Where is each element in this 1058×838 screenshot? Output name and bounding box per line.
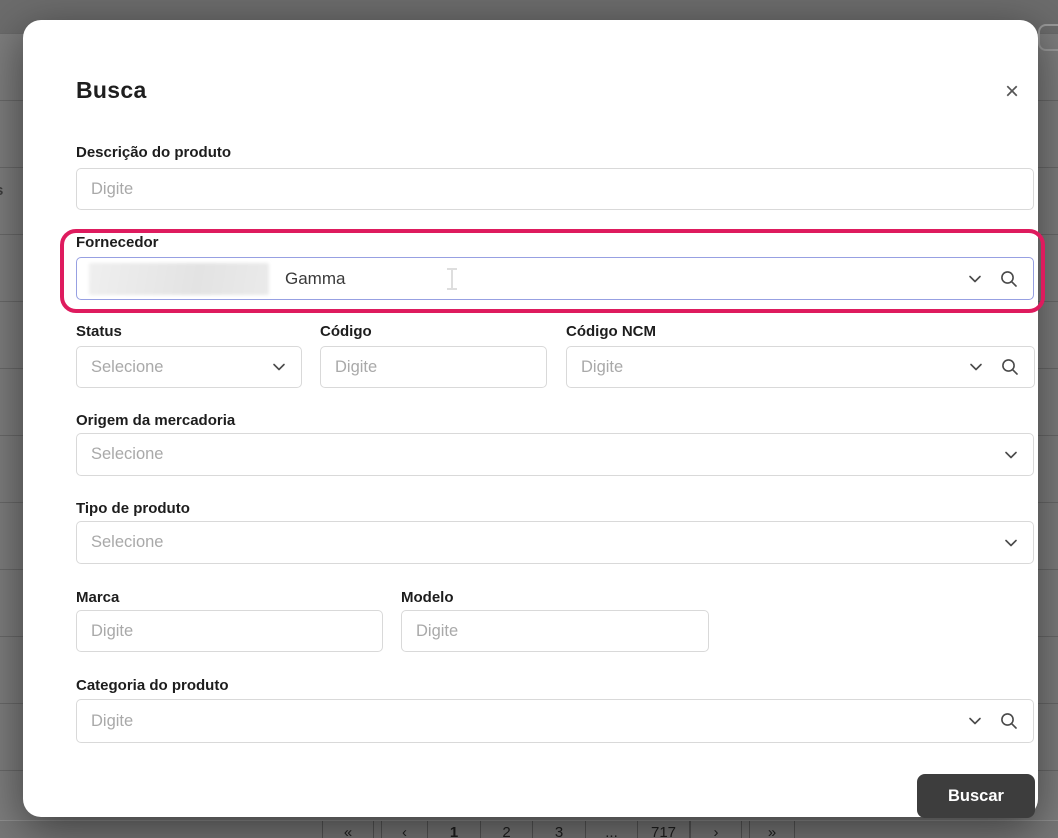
chevron-down-icon: [1003, 535, 1019, 551]
codigo-label: Código: [320, 323, 372, 340]
background-text-fragment: s: [0, 182, 3, 199]
codigo-ncm-label: Código NCM: [566, 323, 656, 340]
chevron-down-icon: [271, 359, 287, 375]
pagination-page-3[interactable]: 3: [532, 821, 585, 838]
tipo-placeholder: Selecione: [91, 533, 163, 552]
tipo-label: Tipo de produto: [76, 500, 190, 517]
chevron-down-icon: [967, 713, 983, 729]
pagination-first-button[interactable]: «: [322, 821, 374, 838]
pagination-next-button[interactable]: ›: [690, 821, 742, 838]
categoria-placeholder: Digite: [91, 712, 133, 731]
fornecedor-input[interactable]: [285, 269, 435, 289]
codigo-ncm-placeholder: Digite: [581, 358, 623, 377]
codigo-input[interactable]: [320, 346, 547, 388]
chevron-down-icon: [1003, 447, 1019, 463]
search-icon[interactable]: [999, 711, 1019, 731]
redacted-supplier-tag: [89, 263, 269, 295]
search-icon[interactable]: [1000, 357, 1020, 377]
pagination-prev-button[interactable]: ‹: [381, 821, 427, 838]
modelo-input[interactable]: [401, 610, 709, 652]
origem-select[interactable]: Selecione: [76, 433, 1034, 476]
status-select[interactable]: Selecione: [76, 346, 302, 388]
pagination-page-717[interactable]: 717: [637, 821, 690, 838]
search-modal: Busca × Descrição do produto Fornecedor …: [23, 20, 1038, 817]
origem-placeholder: Selecione: [91, 445, 163, 464]
search-icon[interactable]: [999, 269, 1019, 289]
modal-title: Busca: [76, 77, 147, 104]
fornecedor-combobox[interactable]: [76, 257, 1034, 300]
codigo-ncm-combobox[interactable]: Digite: [566, 346, 1035, 388]
origem-label: Origem da mercadoria: [76, 412, 235, 429]
pagination-last-button[interactable]: »: [749, 821, 795, 838]
pagination-bar: « ‹ 1 2 3 ... 717 › »: [0, 820, 1058, 838]
marca-label: Marca: [76, 589, 119, 606]
pagination-page-2[interactable]: 2: [480, 821, 532, 838]
status-label: Status: [76, 323, 122, 340]
chevron-down-icon: [967, 271, 983, 287]
modelo-label: Modelo: [401, 589, 454, 606]
descricao-label: Descrição do produto: [76, 144, 231, 161]
background-corner-button: [1038, 24, 1058, 51]
pagination-page-1[interactable]: 1: [427, 821, 480, 838]
status-placeholder: Selecione: [91, 358, 163, 377]
buscar-button[interactable]: Buscar: [917, 774, 1035, 818]
close-icon[interactable]: ×: [998, 78, 1026, 106]
fornecedor-label: Fornecedor: [76, 234, 159, 251]
chevron-down-icon: [968, 359, 984, 375]
categoria-combobox[interactable]: Digite: [76, 699, 1034, 743]
text-cursor: [447, 268, 457, 290]
tipo-select[interactable]: Selecione: [76, 521, 1034, 564]
descricao-input[interactable]: [76, 168, 1034, 210]
categoria-label: Categoria do produto: [76, 677, 229, 694]
pagination-ellipsis: ...: [585, 821, 637, 838]
marca-input[interactable]: [76, 610, 383, 652]
